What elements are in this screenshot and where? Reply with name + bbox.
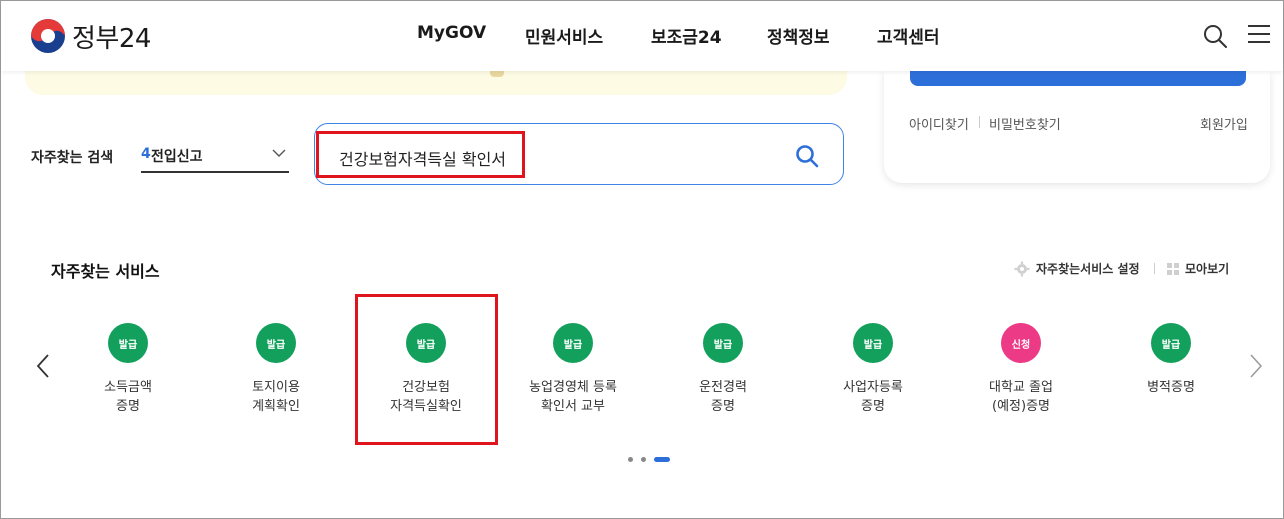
top-header: 정부24 MyGOV 민원서비스 보조금24 정책정보 고객센터 bbox=[1, 1, 1283, 71]
issue-badge: 발급 bbox=[1151, 323, 1191, 363]
service-label-line1: 사업자등록 bbox=[843, 380, 903, 395]
service-label-line2: 증명 bbox=[861, 399, 885, 414]
find-password-link[interactable]: 비밀번호찾기 bbox=[989, 114, 1061, 133]
frequent-services-title: 자주찾는 서비스 bbox=[51, 262, 160, 281]
nav-civil-services[interactable]: 민원서비스 bbox=[525, 23, 603, 48]
login-link-divider bbox=[979, 116, 980, 128]
top-banner[interactable] bbox=[25, 71, 847, 95]
service-label-line2: 증명 bbox=[711, 399, 735, 414]
service-item-military-record[interactable]: 발급 병적증명 bbox=[1096, 323, 1246, 397]
find-id-link[interactable]: 아이디찾기 bbox=[909, 114, 969, 133]
service-label-line2: 계획확인 bbox=[252, 399, 300, 414]
service-item-business-registration[interactable]: 발급 사업자등록 증명 bbox=[798, 323, 948, 416]
service-label: 소득금액 증명 bbox=[53, 378, 203, 416]
signup-link[interactable]: 회원가입 bbox=[1200, 114, 1248, 133]
chevron-left-icon[interactable] bbox=[35, 353, 51, 379]
service-label-line1: 토지이용 bbox=[252, 380, 300, 395]
services-collect-label: 모아보기 bbox=[1185, 262, 1230, 276]
service-label-line1: 소득금액 bbox=[104, 380, 152, 395]
search-highlight-box bbox=[316, 131, 525, 178]
nav-mygov[interactable]: MyGOV bbox=[417, 23, 486, 43]
service-label: 병적증명 bbox=[1096, 378, 1246, 397]
nav-subsidy24[interactable]: 보조금24 bbox=[651, 23, 722, 48]
service-label: 운전경력 증명 bbox=[648, 378, 798, 416]
service-highlight-box bbox=[355, 294, 498, 445]
service-label-line2: (예정)증명 bbox=[992, 399, 1050, 414]
frequent-search-label: 자주찾는 검색 bbox=[31, 150, 114, 166]
service-item-income-proof[interactable]: 발급 소득금액 증명 bbox=[53, 323, 203, 416]
frequent-search-select[interactable]: 4 전입신고 bbox=[141, 141, 289, 173]
chevron-down-icon bbox=[272, 149, 286, 157]
service-item-driving-record[interactable]: 발급 운전경력 증명 bbox=[648, 323, 798, 416]
service-label-line2: 확인서 교부 bbox=[541, 399, 605, 414]
carousel-pager bbox=[628, 457, 670, 462]
apply-badge: 신청 bbox=[1001, 323, 1041, 363]
logo-text: 정부24 bbox=[72, 23, 151, 54]
issue-badge: 발급 bbox=[703, 323, 743, 363]
search-icon[interactable] bbox=[1202, 23, 1228, 49]
login-button[interactable] bbox=[910, 71, 1246, 86]
pager-dot[interactable] bbox=[628, 457, 633, 462]
hamburger-menu-icon[interactable] bbox=[1248, 25, 1270, 47]
service-item-graduation-proof[interactable]: 신청 대학교 졸업 (예정)증명 bbox=[946, 323, 1096, 416]
service-item-land-use[interactable]: 발급 토지이용 계획확인 bbox=[201, 323, 351, 416]
banner-decoration bbox=[490, 71, 504, 77]
frequent-search-rank: 4 bbox=[141, 146, 151, 162]
services-action-divider bbox=[1154, 263, 1155, 274]
issue-badge: 발급 bbox=[553, 323, 593, 363]
service-label: 농업경영체 등록 확인서 교부 bbox=[498, 378, 648, 416]
service-label-line1: 농업경영체 등록 bbox=[529, 380, 617, 395]
pager-dot[interactable] bbox=[641, 457, 646, 462]
nav-customer-center[interactable]: 고객센터 bbox=[877, 23, 940, 48]
service-label-line2: 증명 bbox=[116, 399, 140, 414]
service-label-line1: 병적증명 bbox=[1147, 380, 1195, 395]
issue-badge: 발급 bbox=[853, 323, 893, 363]
frequent-search-selected: 전입신고 bbox=[151, 149, 203, 165]
government-emblem-icon bbox=[31, 19, 65, 53]
site-logo[interactable]: 정부24 bbox=[30, 18, 151, 54]
service-label: 토지이용 계획확인 bbox=[201, 378, 351, 416]
search-submit-icon[interactable] bbox=[795, 144, 819, 168]
gear-icon bbox=[1014, 261, 1030, 276]
issue-badge: 발급 bbox=[256, 323, 296, 363]
services-settings-button[interactable]: 자주찾는서비스 설정 bbox=[1014, 260, 1140, 277]
service-label-line1: 운전경력 bbox=[699, 380, 747, 395]
service-label: 사업자등록 증명 bbox=[798, 378, 948, 416]
nav-policy-info[interactable]: 정책정보 bbox=[767, 23, 830, 48]
services-collect-button[interactable]: 모아보기 bbox=[1167, 260, 1229, 277]
services-settings-label: 자주찾는서비스 설정 bbox=[1036, 262, 1140, 276]
issue-badge: 발급 bbox=[108, 323, 148, 363]
service-item-farm-registration[interactable]: 발급 농업경영체 등록 확인서 교부 bbox=[498, 323, 648, 416]
grid-icon bbox=[1167, 262, 1179, 275]
pager-dot-active[interactable] bbox=[654, 457, 670, 462]
service-label-line1: 대학교 졸업 bbox=[989, 380, 1053, 395]
chevron-right-icon[interactable] bbox=[1248, 353, 1264, 379]
service-label: 대학교 졸업 (예정)증명 bbox=[946, 378, 1096, 416]
